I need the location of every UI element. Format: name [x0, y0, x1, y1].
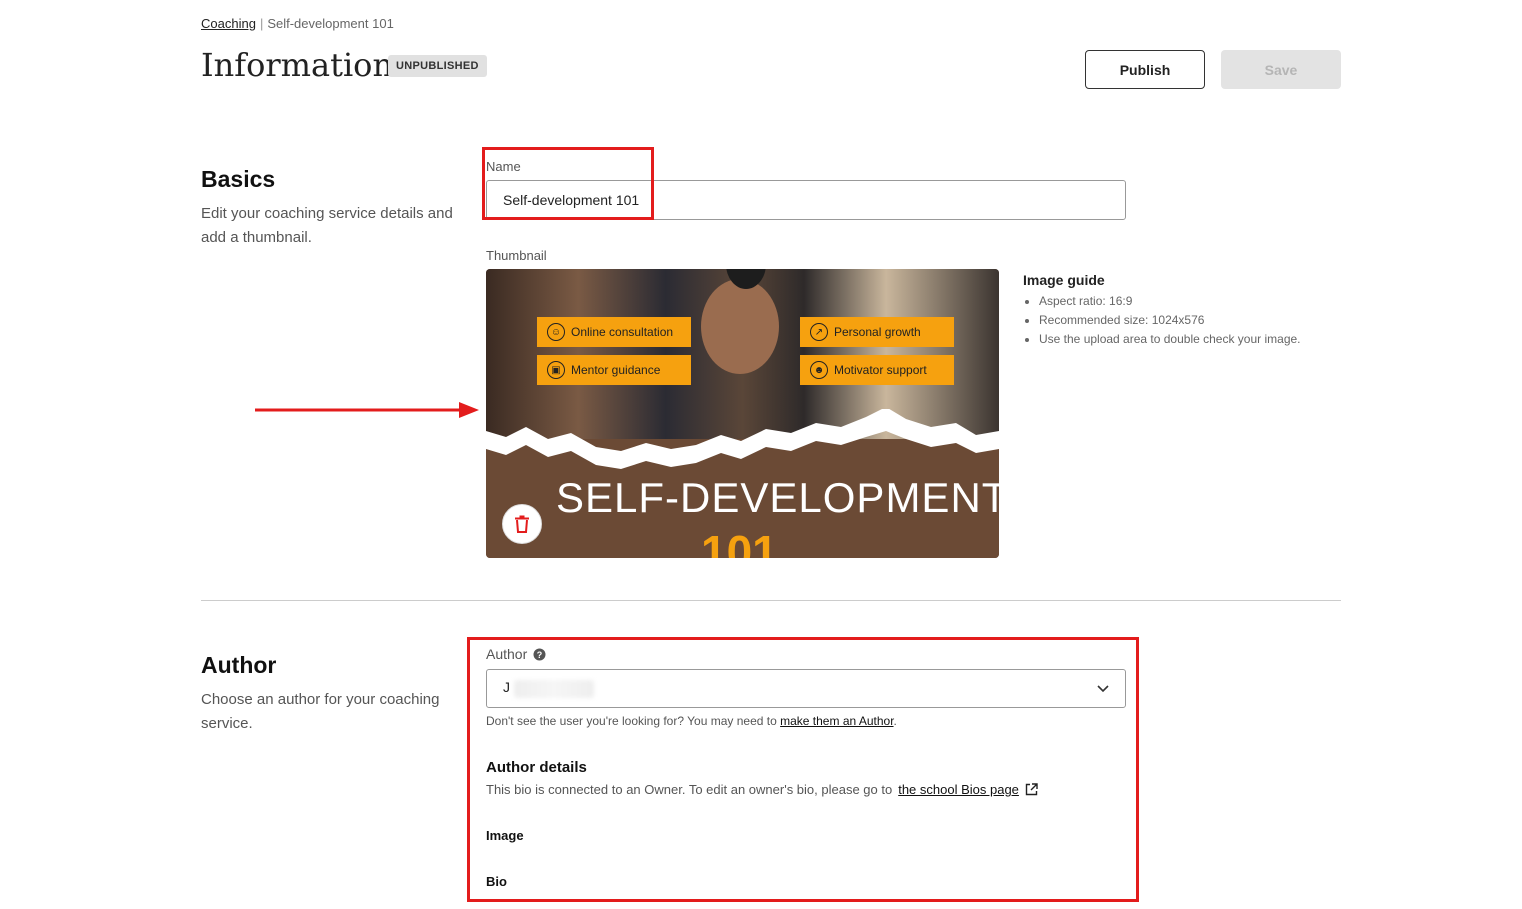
- author-bio-label: Bio: [486, 874, 507, 889]
- image-guide-list: Aspect ratio: 16:9 Recommended size: 102…: [1023, 292, 1301, 349]
- status-badge: UNPUBLISHED: [388, 55, 487, 77]
- chevron-down-icon: [1097, 684, 1109, 692]
- help-question-icon[interactable]: ?: [533, 648, 546, 661]
- thumbnail-tag-online-consultation: ☺ Online consultation: [537, 317, 691, 347]
- thumbnail-person-face: [701, 279, 779, 374]
- author-help-text: Don't see the user you're looking for? Y…: [486, 714, 897, 728]
- name-highlight-box: [482, 147, 654, 220]
- make-author-link[interactable]: make them an Author: [780, 714, 893, 728]
- image-guide-item: Recommended size: 1024x576: [1039, 311, 1301, 330]
- publish-button[interactable]: Publish: [1085, 50, 1205, 89]
- author-selected-value: J: [503, 679, 594, 698]
- author-section-title: Author: [201, 652, 277, 678]
- author-image-label: Image: [486, 828, 524, 843]
- author-select[interactable]: J: [486, 669, 1126, 708]
- svg-text:?: ?: [537, 650, 543, 660]
- thumbnail-tag-motivator-support: ☻ Motivator support: [800, 355, 954, 385]
- breadcrumb-coaching-link[interactable]: Coaching: [201, 16, 256, 31]
- mentor-icon: ▣: [547, 361, 565, 379]
- external-link-icon[interactable]: [1025, 783, 1038, 796]
- breadcrumb: Coaching | Self-development 101: [201, 16, 394, 31]
- image-guide-title: Image guide: [1023, 272, 1105, 288]
- author-section-description: Choose an author for your coaching servi…: [201, 691, 440, 732]
- school-bios-page-link[interactable]: the school Bios page: [898, 782, 1019, 797]
- basics-section-description: Edit your coaching service details and a…: [201, 205, 453, 246]
- author-field-label: Author ?: [486, 646, 546, 662]
- breadcrumb-separator: |: [259, 16, 264, 31]
- page-title: Information: [201, 46, 394, 84]
- breadcrumb-current: Self-development 101: [267, 16, 394, 31]
- thumbnail-torn-edge: [486, 409, 999, 469]
- consultation-icon: ☺: [547, 323, 565, 341]
- blurred-author-name: [514, 679, 594, 698]
- red-arrow-annotation: [255, 402, 479, 418]
- bio-connected-note: This bio is connected to an Owner. To ed…: [486, 782, 1038, 797]
- thumbnail-number: 101: [701, 526, 778, 558]
- support-icon: ☻: [810, 361, 828, 379]
- image-guide-item: Aspect ratio: 16:9: [1039, 292, 1301, 311]
- thumbnail-headline: SELF-DEVELOPMENT: [556, 474, 999, 521]
- trash-icon: [515, 515, 529, 533]
- thumbnail-tag-mentor-guidance: ▣ Mentor guidance: [537, 355, 691, 385]
- thumbnail-preview[interactable]: ☺ Online consultation ↗ Personal growth ▣ M…: [486, 269, 999, 558]
- image-guide-item: Use the upload area to double check your…: [1039, 330, 1301, 349]
- thumbnail-label: Thumbnail: [486, 248, 547, 263]
- delete-thumbnail-button[interactable]: [502, 504, 542, 544]
- section-divider: [201, 600, 1341, 601]
- growth-icon: ↗: [810, 323, 828, 341]
- save-button[interactable]: Save: [1221, 50, 1341, 89]
- basics-section-title: Basics: [201, 166, 276, 192]
- author-details-title: Author details: [486, 759, 587, 776]
- thumbnail-tag-personal-growth: ↗ Personal growth: [800, 317, 954, 347]
